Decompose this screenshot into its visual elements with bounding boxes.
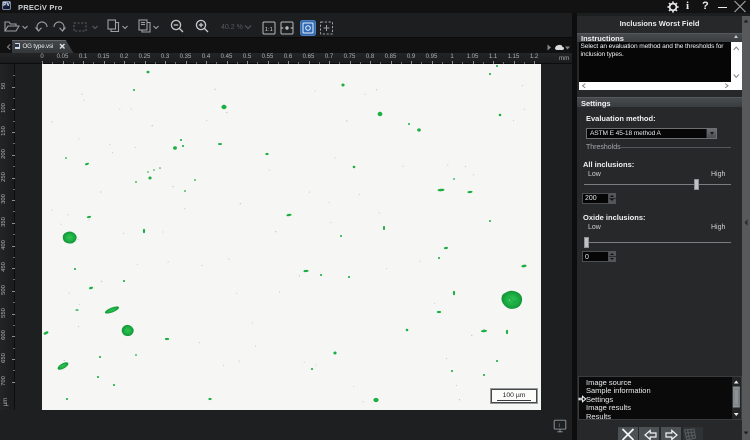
- svg-text:1:1: 1:1: [265, 27, 273, 33]
- svg-text:40.2 %: 40.2 %: [221, 24, 243, 31]
- svg-text:i: i: [558, 422, 560, 429]
